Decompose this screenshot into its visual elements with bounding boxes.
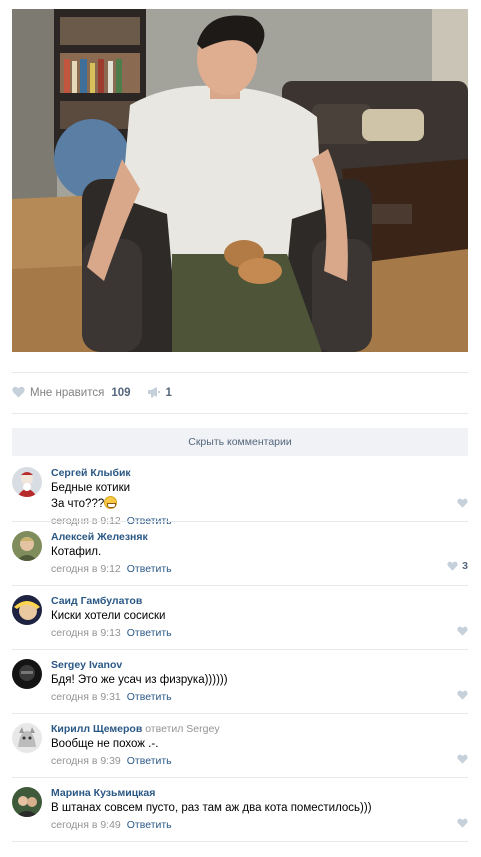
share-button[interactable]: 1 xyxy=(147,386,172,401)
post-photo[interactable] xyxy=(12,9,468,352)
comment-meta: сегодня в 9:39 Ответить xyxy=(51,754,468,768)
comment-like-button[interactable] xyxy=(457,498,468,508)
comment-time[interactable]: сегодня в 9:13 xyxy=(51,627,121,639)
comment-body: Марина Кузьмицкая В штанах совсем пусто,… xyxy=(51,786,468,832)
comment-author[interactable]: Алексей Железняк xyxy=(51,530,468,544)
comment-author[interactable]: Марина Кузьмицкая xyxy=(51,786,468,800)
avatar[interactable] xyxy=(12,787,42,817)
comment-body: Сергей Клыбик Бедные котики За что??? се… xyxy=(51,466,468,528)
comment-text-line: В штанах совсем пусто, раз там аж два ко… xyxy=(51,802,372,814)
comment-like-button[interactable] xyxy=(457,754,468,764)
comment-body: Sergey Ivanov Бдя! Это же усач из физрук… xyxy=(51,658,468,704)
comment-body: Кирилл Щемеров ответил Sergey Вообще не … xyxy=(51,722,468,768)
divider xyxy=(12,413,468,414)
hide-comments-button[interactable]: Скрыть комментарии xyxy=(12,428,468,456)
comment-text-line-2: За что??? xyxy=(51,496,468,512)
heart-icon xyxy=(447,561,458,571)
comment-item: Марина Кузьмицкая В штанах совсем пусто,… xyxy=(12,778,468,842)
heart-icon xyxy=(12,386,25,401)
reply-button[interactable]: Ответить xyxy=(127,819,172,831)
comment-author[interactable]: Саид Гамбулатов xyxy=(51,594,468,608)
comment-text-line: Вообще не похож .-. xyxy=(51,738,159,750)
heart-icon xyxy=(457,818,468,828)
comment-text-line: Бдя! Это же усач из физрука)))))) xyxy=(51,674,228,686)
heart-icon xyxy=(457,498,468,508)
post-actions: Мне нравится 109 1 xyxy=(12,383,188,403)
avatar[interactable] xyxy=(12,467,42,497)
comment-like-button[interactable] xyxy=(457,626,468,636)
reply-button[interactable]: Ответить xyxy=(127,755,172,767)
comment-time[interactable]: сегодня в 9:31 xyxy=(51,691,121,703)
reply-to-label: ответил xyxy=(145,723,184,735)
megaphone-icon xyxy=(147,386,161,401)
reply-button[interactable]: Ответить xyxy=(127,627,172,639)
avatar[interactable] xyxy=(12,595,42,625)
like-count: 109 xyxy=(111,387,131,399)
comment-time[interactable]: сегодня в 9:49 xyxy=(51,819,121,831)
avatar[interactable] xyxy=(12,659,42,689)
comment-like-button[interactable] xyxy=(457,690,468,700)
avatar[interactable] xyxy=(12,723,42,753)
comment-author[interactable]: Сергей Клыбик xyxy=(51,466,468,480)
reply-button[interactable]: Ответить xyxy=(127,563,172,575)
comment-like-button[interactable] xyxy=(457,818,468,828)
comment-body: Саид Гамбулатов Киски хотели сосиски сег… xyxy=(51,594,468,640)
share-count: 1 xyxy=(165,387,172,399)
reply-button[interactable]: Ответить xyxy=(127,691,172,703)
comment-item: Sergey Ivanov Бдя! Это же усач из физрук… xyxy=(12,650,468,714)
comment-time[interactable]: сегодня в 9:39 xyxy=(51,755,121,767)
comment-separator xyxy=(12,841,468,842)
comment-text-line: Котафил. xyxy=(51,546,102,558)
comment-item: Саид Гамбулатов Киски хотели сосиски сег… xyxy=(12,586,468,650)
reply-to-name[interactable]: Sergey xyxy=(186,723,219,735)
comment-body: Алексей Железняк Котафил. сегодня в 9:12… xyxy=(51,530,468,576)
comment-meta: сегодня в 9:13 Ответить xyxy=(51,626,468,640)
comment-text-part: За что??? xyxy=(51,498,105,510)
comment-author[interactable]: Sergey Ivanov xyxy=(51,658,468,672)
comment-meta: сегодня в 9:49 Ответить xyxy=(51,818,468,832)
comment-author[interactable]: Кирилл Щемеров xyxy=(51,723,142,735)
comment-item: Кирилл Щемеров ответил Sergey Вообще не … xyxy=(12,714,468,778)
heart-icon xyxy=(457,754,468,764)
comment-text-line: Киски хотели сосиски xyxy=(51,610,166,622)
like-button[interactable]: Мне нравится 109 xyxy=(12,386,131,401)
grin-emoji-icon xyxy=(104,496,118,509)
like-label: Мне нравится xyxy=(30,387,105,399)
comment-like-count: 3 xyxy=(462,560,468,572)
comments-list: Сергей Клыбик Бедные котики За что??? се… xyxy=(12,458,468,842)
comment-item: Алексей Железняк Котафил. сегодня в 9:12… xyxy=(12,522,468,586)
divider xyxy=(12,372,468,373)
comment-time[interactable]: сегодня в 9:12 xyxy=(51,563,121,575)
comment-meta: сегодня в 9:31 Ответить xyxy=(51,690,468,704)
comment-author-line: Кирилл Щемеров ответил Sergey xyxy=(51,722,468,736)
comment-meta: сегодня в 9:12 Ответить xyxy=(51,562,468,576)
comment-like-button[interactable]: 3 xyxy=(447,560,468,572)
avatar[interactable] xyxy=(12,531,42,561)
heart-icon xyxy=(457,690,468,700)
comment-text-line: Бедные котики xyxy=(51,482,131,494)
comment-item: Сергей Клыбик Бедные котики За что??? се… xyxy=(12,458,468,527)
heart-icon xyxy=(457,626,468,636)
